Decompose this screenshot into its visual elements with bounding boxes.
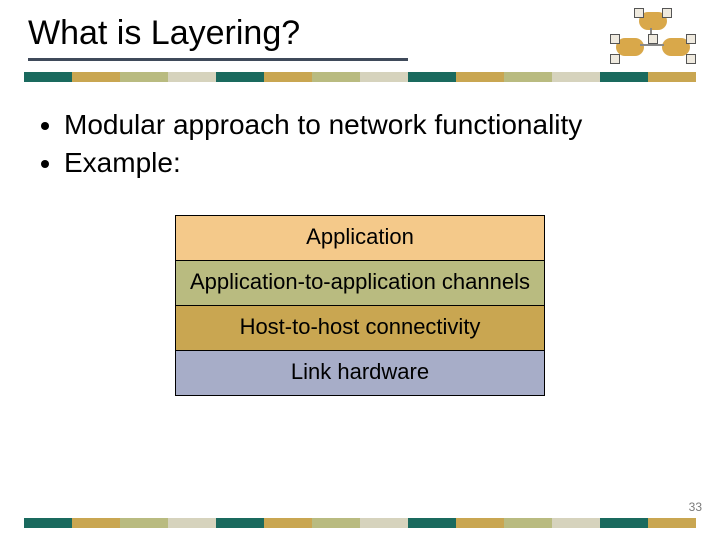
layer-stack: Application Application-to-application c… xyxy=(175,216,545,396)
title-underline xyxy=(28,58,408,61)
bullet-item: Example: xyxy=(64,144,658,182)
bullet-list: Modular approach to network functionalit… xyxy=(38,106,658,182)
network-icon xyxy=(610,8,696,70)
accent-bar-top xyxy=(24,72,696,82)
bullet-item: Modular approach to network functionalit… xyxy=(64,106,658,144)
slide-title: What is Layering? xyxy=(28,14,300,53)
layer-link-hardware: Link hardware xyxy=(175,350,545,396)
layer-application: Application xyxy=(175,215,545,261)
layer-app-channels: Application-to-application channels xyxy=(175,260,545,306)
page-number: 33 xyxy=(689,500,702,514)
accent-bar-bottom xyxy=(24,518,696,528)
layer-host-to-host: Host-to-host connectivity xyxy=(175,305,545,351)
slide: What is Layering? Modular approach to ne… xyxy=(0,0,720,540)
